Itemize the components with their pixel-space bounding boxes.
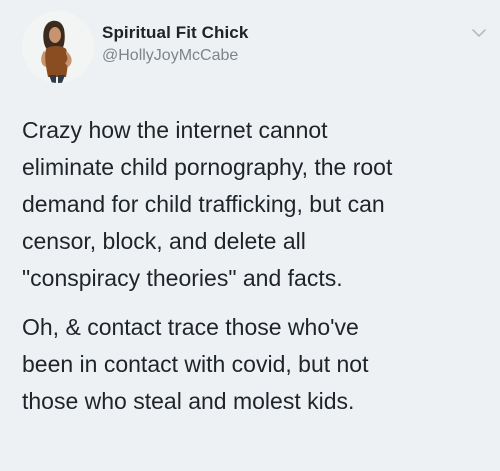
- chevron-down-icon[interactable]: [470, 26, 488, 40]
- tweet-card: Spiritual Fit Chick @HollyJoyMcCabe Craz…: [0, 0, 500, 471]
- tweet-text: Crazy how the internet cannot eliminate …: [22, 112, 492, 432]
- tweet-header: Spiritual Fit Chick @HollyJoyMcCabe: [22, 11, 248, 83]
- avatar[interactable]: [22, 11, 94, 83]
- user-handle[interactable]: @HollyJoyMcCabe: [102, 47, 248, 65]
- tweet-paragraph-2: Oh, & contact trace those who've been in…: [22, 314, 369, 414]
- tweet-author: Spiritual Fit Chick @HollyJoyMcCabe: [102, 23, 248, 65]
- display-name[interactable]: Spiritual Fit Chick: [102, 23, 248, 43]
- tweet-paragraph-1: Crazy how the internet cannot eliminate …: [22, 117, 393, 291]
